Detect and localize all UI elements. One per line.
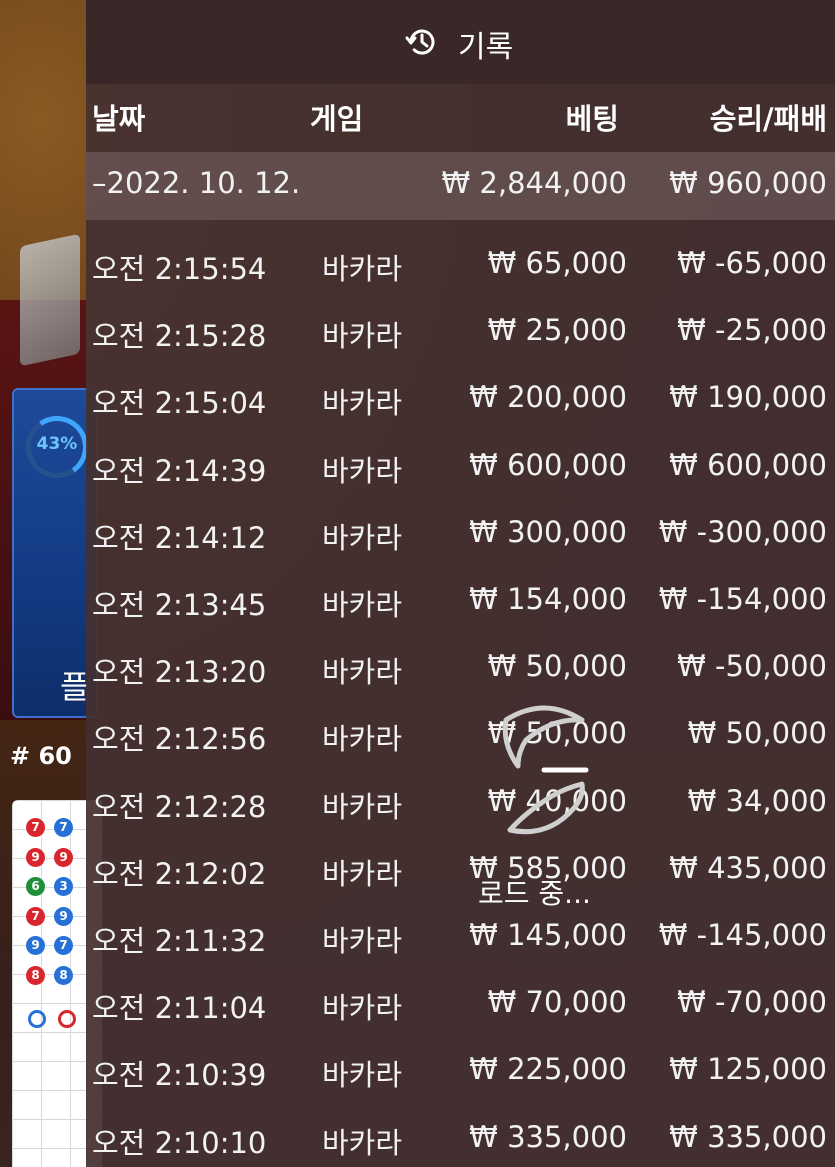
row-time: 오전 2:12:02 (92, 856, 267, 891)
row-game: 바카라 (322, 655, 403, 690)
row-result: ₩ -70,000 (677, 985, 827, 1020)
row-time: 오전 2:10:10 (92, 1125, 267, 1160)
row-bet: ₩ 145,000 (469, 918, 627, 952)
row-game: 바카라 (322, 789, 403, 824)
history-row[interactable]: 오전 2:13:20 바카라 ₩ 50,000 ₩ -50,000 (86, 627, 835, 694)
bead-blue: 9 (26, 936, 45, 955)
row-game: 바카라 (322, 924, 403, 958)
row-game: 바카라 (322, 722, 403, 757)
history-row[interactable]: 오전 2:14:39 바카라 ₩ 600,000 ₩ 600,000 (86, 426, 835, 493)
history-row[interactable]: 오전 2:15:28 바카라 ₩ 25,000 ₩ -25,000 (86, 291, 835, 358)
bead-red: 9 (54, 847, 73, 867)
row-bet: ₩ 25,000 (487, 313, 627, 348)
history-row[interactable]: 오전 2:15:54 바카라 ₩ 65,000 ₩ -65,000 (86, 224, 835, 291)
bead-blue: 7 (54, 936, 73, 955)
bead-green: 6 (26, 877, 45, 896)
row-bet: ₩ 300,000 (469, 514, 627, 549)
summary-result-total: ₩ 960,000 (669, 166, 827, 200)
history-row[interactable]: 오전 2:12:02 바카라 ₩ 585,000 ₩ 435,000 (86, 829, 835, 896)
row-time: 오전 2:13:45 (92, 588, 267, 622)
row-game: 바카라 (322, 386, 403, 421)
row-time: 오전 2:14:39 (92, 453, 267, 488)
bead-blue: 9 (54, 906, 73, 926)
row-time: 오전 2:15:28 (92, 319, 267, 354)
bead-red: 9 (26, 847, 45, 867)
bead-blue: 7 (54, 818, 73, 837)
history-row[interactable]: 오전 2:10:10 바카라 ₩ 335,000 ₩ 335,000 (86, 1098, 835, 1165)
summary-bet-total: ₩ 2,844,000 (441, 166, 627, 200)
row-game: 바카라 (322, 520, 403, 555)
history-row[interactable]: 오전 2:12:56 바카라 ₩ 50,000 ₩ 50,000 (86, 694, 835, 761)
column-header-bet[interactable]: 베팅 (566, 96, 619, 138)
row-result: ₩ 34,000 (687, 783, 827, 818)
column-header-game[interactable]: 게임 (310, 96, 363, 138)
history-row[interactable]: 오전 2:11:32 바카라 ₩ 145,000 ₩ -145,000 (86, 896, 835, 963)
row-game: 바카라 (322, 588, 403, 622)
row-time: 오전 2:15:04 (92, 386, 267, 421)
bead-blue: 3 (54, 877, 73, 896)
panel-title: 기록 (458, 30, 514, 65)
bead-blue: 8 (54, 965, 73, 985)
row-bet: ₩ 50,000 (487, 649, 627, 684)
history-row[interactable]: 오전 2:15:04 바카라 ₩ 200,000 ₩ 190,000 (86, 358, 835, 425)
row-result: ₩ -145,000 (658, 918, 827, 952)
row-result: ₩ 335,000 (669, 1119, 827, 1154)
history-icon (405, 29, 435, 55)
row-result: ₩ -25,000 (677, 313, 827, 348)
row-game: 바카라 (322, 319, 403, 354)
row-game: 바카라 (322, 856, 403, 891)
row-game: 바카라 (322, 1125, 403, 1160)
row-result: ₩ 125,000 (669, 1052, 827, 1087)
ring-mark (28, 1010, 46, 1028)
row-result: ₩ 435,000 (669, 850, 827, 885)
ring-mark (58, 1010, 76, 1028)
row-time: 오전 2:10:39 (92, 1058, 267, 1093)
row-bet: ₩ 154,000 (469, 582, 627, 616)
row-result: ₩ 600,000 (669, 447, 827, 482)
panel-header: 기록 (86, 0, 835, 84)
row-time: 오전 2:15:54 (92, 252, 267, 286)
row-time: 오전 2:12:28 (92, 789, 267, 824)
row-bet: ₩ 225,000 (469, 1052, 627, 1087)
row-time: 오전 2:11:32 (92, 924, 267, 958)
row-game: 바카라 (322, 991, 403, 1026)
date-summary-row[interactable]: –2022. 10. 12. ₩ 2,844,000 ₩ 960,000 (86, 152, 835, 220)
row-game: 바카라 (322, 453, 403, 488)
bead-red: 8 (26, 965, 45, 985)
row-result: ₩ -154,000 (658, 582, 827, 616)
history-row[interactable]: 오전 2:12:28 바카라 ₩ 40,000 ₩ 34,000 (86, 762, 835, 829)
row-game: 바카라 (322, 252, 403, 286)
row-result: ₩ -50,000 (677, 649, 827, 684)
history-row[interactable]: 오전 2:11:04 바카라 ₩ 70,000 ₩ -70,000 (86, 963, 835, 1030)
row-time: 오전 2:13:20 (92, 655, 267, 690)
row-bet: ₩ 335,000 (469, 1119, 627, 1154)
row-game: 바카라 (322, 1058, 403, 1093)
row-bet: ₩ 200,000 (469, 380, 627, 415)
row-result: ₩ -65,000 (677, 246, 827, 280)
loading-text: 로드 중... (478, 877, 591, 910)
row-time: 오전 2:11:04 (92, 991, 267, 1026)
row-bet: ₩ 600,000 (469, 447, 627, 482)
row-result: ₩ 190,000 (669, 380, 827, 415)
history-row[interactable]: 오전 2:14:12 바카라 ₩ 300,000 ₩ -300,000 (86, 493, 835, 560)
summary-date: –2022. 10. 12. (92, 166, 301, 200)
loading-spinner-icon (502, 705, 589, 835)
row-bet: ₩ 70,000 (487, 985, 627, 1020)
timer-percent: 43% (36, 434, 78, 454)
row-result: ₩ -300,000 (658, 514, 827, 549)
history-row[interactable]: 오전 2:13:45 바카라 ₩ 154,000 ₩ -154,000 (86, 560, 835, 627)
history-row[interactable]: 오전 2:10:39 바카라 ₩ 225,000 ₩ 125,000 (86, 1030, 835, 1097)
bead-red: 7 (26, 818, 45, 837)
row-result: ₩ 50,000 (687, 716, 827, 751)
row-time: 오전 2:12:56 (92, 722, 267, 757)
row-bet: ₩ 65,000 (487, 246, 627, 280)
row-time: 오전 2:14:12 (92, 520, 267, 555)
round-number: # 60 (10, 742, 72, 770)
card-shoe (20, 233, 80, 367)
column-header-result[interactable]: 승리/패배 (710, 96, 827, 138)
column-header-date[interactable]: 날짜 (92, 96, 145, 138)
bead-red: 7 (26, 906, 45, 926)
history-panel: 기록 날짜 게임 베팅 승리/패배 –2022. 10. 12. ₩ 2,844… (86, 0, 835, 1167)
